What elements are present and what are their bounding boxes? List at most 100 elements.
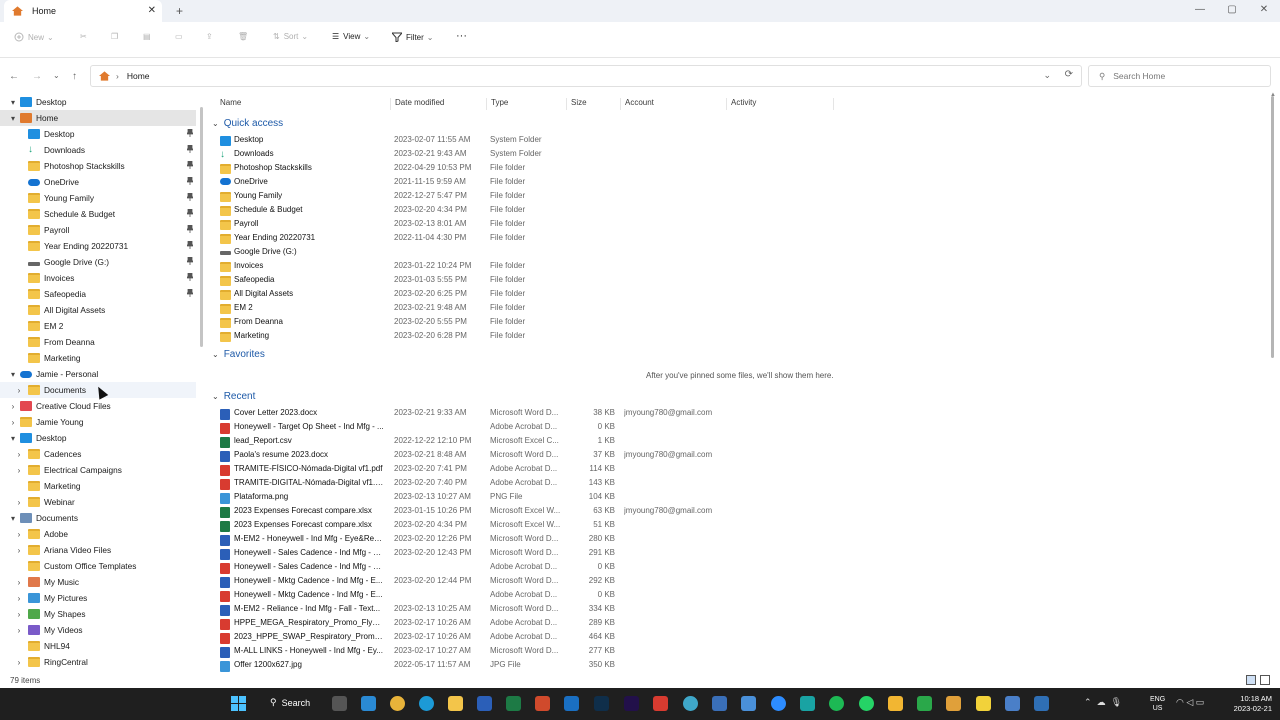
back-icon[interactable]: ← xyxy=(9,71,19,82)
chrome-icon[interactable] xyxy=(390,696,405,711)
sidebar-item[interactable]: ▾ Home xyxy=(0,110,196,126)
recent-file-row[interactable]: 2023 Expenses Forecast compare.xlsx 2023-… xyxy=(220,520,920,534)
new-tab-button[interactable]: + xyxy=(176,4,183,18)
paste-icon[interactable]: ▤ xyxy=(143,32,151,41)
whatsapp-icon[interactable] xyxy=(859,696,874,711)
language-indicator[interactable]: ENG US xyxy=(1150,695,1165,713)
photos-icon[interactable] xyxy=(1005,696,1020,711)
recent-file-row[interactable]: Honeywell - Target Op Sheet - Ind Mfg - … xyxy=(220,422,920,436)
snipping-icon[interactable] xyxy=(800,696,815,711)
filter-button[interactable]: Filter ⌄ xyxy=(392,32,433,42)
share-icon[interactable]: ⇪ xyxy=(206,32,213,41)
wifi-volume-battery-icons[interactable]: ◠ ◁ ▭ xyxy=(1176,697,1204,708)
clock[interactable]: 10:18 AM 2023-02-21 xyxy=(1226,694,1272,714)
chevron-right-icon[interactable]: › xyxy=(14,498,24,507)
chevron-right-icon[interactable]: › xyxy=(14,546,24,555)
sidebar-item[interactable]: Invoices xyxy=(0,270,196,286)
chevron-down-icon[interactable]: ▾ xyxy=(8,514,18,523)
recent-locations-icon[interactable]: ⌄ xyxy=(53,71,60,80)
sidebar-item[interactable]: ▾ Jamie - Personal xyxy=(0,366,196,382)
column-activity[interactable]: Activity xyxy=(726,98,834,110)
recent-file-row[interactable]: M-ALL LINKS - Honeywell - Ind Mfg - Ey..… xyxy=(220,646,920,660)
chevron-down-icon[interactable]: ▾ xyxy=(8,370,18,379)
recent-file-row[interactable]: lead_Report.csv 2022-12-22 12:10 PM Micros… xyxy=(220,436,920,450)
column-size[interactable]: Size xyxy=(566,98,587,110)
system-tray[interactable]: ⌃ ☁ 🎙 xyxy=(1084,697,1122,708)
quick-access-row[interactable]: EM 2 2023-02-21 9:48 AM File folder xyxy=(220,303,920,317)
sidebar-item[interactable]: All Digital Assets xyxy=(0,302,196,318)
sidebar-item[interactable]: ▾ Documents xyxy=(0,510,196,526)
sidebar-item[interactable]: Young Family xyxy=(0,190,196,206)
word-icon[interactable] xyxy=(477,696,492,711)
recent-file-row[interactable]: Honeywell - Sales Cadence - Ind Mfg - E.… xyxy=(220,548,920,562)
chevron-right-icon[interactable]: › xyxy=(8,402,18,411)
chevron-right-icon[interactable]: › xyxy=(14,626,24,635)
nav-pane-scrollbar[interactable] xyxy=(200,107,203,347)
recent-file-row[interactable]: HPPE_MEGA_Respiratory_Promo_Flyer_C... 20… xyxy=(220,618,920,632)
sidebar-item[interactable]: › Ariana Video Files xyxy=(0,542,196,558)
sidebar-item[interactable]: › Electrical Campaigns xyxy=(0,462,196,478)
quick-access-row[interactable]: Young Family 2022-12-27 5:47 PM File folde… xyxy=(220,191,920,205)
recent-file-row[interactable]: M-EM2 - Honeywell - Ind Mfg - Eye&Res...… xyxy=(220,534,920,548)
chevron-down-icon[interactable]: ▾ xyxy=(8,114,18,123)
recent-file-row[interactable]: 2023 Expenses Forecast compare.xlsx 2023-… xyxy=(220,506,920,520)
search-box[interactable]: ⚲ Search Home xyxy=(1088,65,1271,87)
taskbar-search-button[interactable]: ⚲ Search xyxy=(270,697,310,708)
zoom-icon[interactable] xyxy=(771,696,786,711)
sidebar-item[interactable]: EM 2 xyxy=(0,318,196,334)
chevron-down-icon[interactable]: ▾ xyxy=(8,98,18,107)
quick-access-row[interactable]: Safeopedia 2023-01-03 5:55 PM File folder xyxy=(220,275,920,289)
recent-file-row[interactable]: Honeywell - Sales Cadence - Ind Mfg - E.… xyxy=(220,562,920,576)
sidebar-item[interactable]: Custom Office Templates xyxy=(0,558,196,574)
task-view-icon[interactable] xyxy=(332,696,347,711)
sticky-icon[interactable] xyxy=(888,696,903,711)
recent-file-row[interactable]: Honeywell - Mktg Cadence - Ind Mfg - E..… xyxy=(220,590,920,604)
refresh-icon[interactable]: ⟳ xyxy=(1065,69,1073,80)
up-icon[interactable]: ↑ xyxy=(72,71,77,82)
photoshop-icon[interactable] xyxy=(594,696,609,711)
more-options-button[interactable]: ··· xyxy=(456,30,467,42)
cut-icon[interactable]: ✂ xyxy=(80,32,87,41)
quick-access-row[interactable]: Schedule & Budget 2023-02-20 4:34 PM File … xyxy=(220,205,920,219)
column-name[interactable]: Name xyxy=(220,98,241,110)
tiles-view-icon[interactable] xyxy=(1260,675,1270,685)
file-explorer-icon[interactable] xyxy=(448,696,463,711)
quick-access-row[interactable]: All Digital Assets 2023-02-20 6:25 PM File… xyxy=(220,289,920,303)
details-view-icon[interactable] xyxy=(1246,675,1256,685)
new-button[interactable]: New ⌄ xyxy=(14,32,54,42)
skype-icon[interactable] xyxy=(361,696,376,711)
copy-icon[interactable]: ❐ xyxy=(111,32,118,41)
sidebar-item[interactable]: › RingCentral xyxy=(0,654,196,670)
chevron-right-icon[interactable]: › xyxy=(14,594,24,603)
app-blue-icon[interactable] xyxy=(1034,696,1049,711)
sidebar-item[interactable]: Safeopedia xyxy=(0,286,196,302)
quick-access-row[interactable]: Year Ending 20220731 2022-11-04 4:30 PM Fi… xyxy=(220,233,920,247)
start-button[interactable] xyxy=(231,696,246,711)
group-quick-access[interactable]: ⌄ Quick access xyxy=(212,118,283,129)
chevron-right-icon[interactable]: › xyxy=(14,530,24,539)
spotify-icon[interactable] xyxy=(829,696,844,711)
sidebar-item[interactable]: › Jamie Young xyxy=(0,414,196,430)
notes-yellow-icon[interactable] xyxy=(976,696,991,711)
recent-file-row[interactable]: TRAMITE-FÍSICO-Nómada-Digital vf1.pdf 202… xyxy=(220,464,920,478)
sidebar-item[interactable]: ▾ Desktop xyxy=(0,94,196,110)
recent-file-row[interactable]: Cover Letter 2023.docx 2023-02-21 9:33 AM… xyxy=(220,408,920,422)
sidebar-item[interactable]: › Webinar xyxy=(0,494,196,510)
sidebar-item[interactable]: › My Videos xyxy=(0,622,196,638)
excel-icon[interactable] xyxy=(506,696,521,711)
sidebar-item[interactable]: › My Shapes xyxy=(0,606,196,622)
sidebar-item[interactable]: Photoshop Stackskills xyxy=(0,158,196,174)
quick-access-row[interactable]: Marketing 2023-02-20 6:28 PM File folder xyxy=(220,331,920,345)
recent-file-row[interactable]: Plataforma.png 2023-02-13 10:27 AM PNG Fil… xyxy=(220,492,920,506)
quick-access-row[interactable]: Photoshop Stackskills 2022-04-29 10:53 PM… xyxy=(220,163,920,177)
quick-access-row[interactable]: Desktop 2023-02-07 11:55 AM System Folder xyxy=(220,135,920,149)
quick-access-row[interactable]: OneDrive 2021-11-15 9:59 AM File folder xyxy=(220,177,920,191)
recent-file-row[interactable]: Paola's resume 2023.docx 2023-02-21 8:48 … xyxy=(220,450,920,464)
address-bar[interactable]: › Home ⌄ ⟳ xyxy=(90,65,1082,87)
recent-file-row[interactable]: Honeywell - Mktg Cadence - Ind Mfg - E..… xyxy=(220,576,920,590)
outlook-icon[interactable] xyxy=(564,696,579,711)
chevron-right-icon[interactable]: › xyxy=(14,450,24,459)
sidebar-item[interactable]: ▾ Desktop xyxy=(0,430,196,446)
sidebar-item[interactable]: Schedule & Budget xyxy=(0,206,196,222)
recent-file-row[interactable]: 2023_HPPE_SWAP_Respiratory_Promo_Fl... 20… xyxy=(220,632,920,646)
